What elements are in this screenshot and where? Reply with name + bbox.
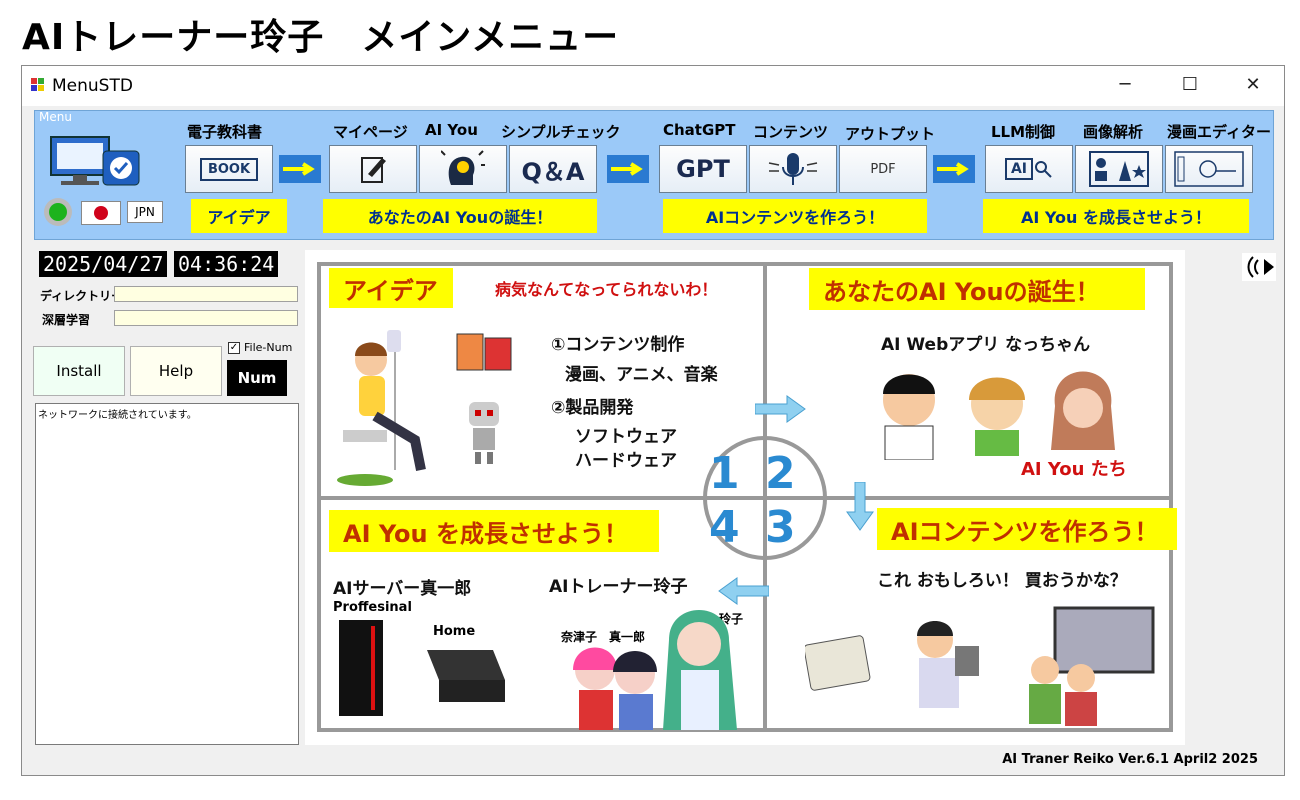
q4-server: AIサーバー真一郎: [333, 579, 472, 599]
computer-icon: [50, 136, 140, 186]
servers-illustration: [339, 620, 505, 716]
date-display: 2025/04/27: [39, 251, 168, 277]
flow-arrow-right-icon: [755, 395, 806, 423]
banner-grow: AI You を成長させよう！: [983, 199, 1249, 233]
contents-button[interactable]: [749, 145, 837, 193]
manga-editor-icon: [1174, 151, 1244, 187]
step-number-1: 1: [709, 448, 740, 499]
ai-you-button[interactable]: [419, 145, 507, 193]
manga-editor-button[interactable]: [1165, 145, 1253, 193]
label-manga-editor: 漫画エディター: [1167, 123, 1271, 141]
banner-birth: あなたのAI Youの誕生！: [323, 199, 597, 233]
label-output: アウトプット: [845, 125, 936, 143]
flow-arrow-down-icon: [846, 482, 874, 531]
trainers-illustration: [573, 610, 737, 730]
books-icon: [456, 333, 512, 371]
ai-search-icon: AI: [1004, 158, 1034, 180]
robot-icon: [469, 402, 499, 464]
q4-professional: Proffesinal: [333, 600, 412, 615]
qa-button[interactable]: Q＆A: [509, 145, 597, 193]
maximize-button[interactable]: ☐: [1167, 70, 1213, 100]
arrow-icon: [607, 155, 649, 183]
q1-item2-sub2: ハードウェア: [575, 451, 677, 471]
close-button[interactable]: ✕: [1230, 70, 1276, 100]
time-display: 04:36:24: [174, 251, 279, 277]
step-number-4: 4: [709, 502, 740, 553]
label-mypage: マイページ: [333, 123, 408, 141]
pdf-button[interactable]: PDF: [839, 145, 927, 193]
head-idea-icon: [441, 150, 485, 185]
microphone-icon: [768, 153, 818, 185]
llm-button[interactable]: AI: [985, 145, 1073, 193]
overview-poster: 1 2 4 3 アイデア 病気なんてなってられないわ！ ①コンテンツ制作 漫画、…: [305, 250, 1185, 745]
app-icon: [31, 78, 44, 91]
status-light-icon: [44, 198, 72, 226]
window-title: MenuSTD: [52, 76, 133, 96]
q1-item2-sub1: ソフトウェア: [575, 427, 677, 447]
pencil-note-icon: [361, 157, 386, 183]
q1-item1: ①コンテンツ制作: [551, 335, 685, 355]
directory-label: ディレクトリー: [40, 289, 124, 303]
minimize-button[interactable]: ─: [1102, 70, 1148, 100]
version-footer: AI Traner Reiko Ver.6.1 April2 2025: [1002, 752, 1258, 767]
arrow-icon: [933, 155, 975, 183]
q3-title: AIコンテンツを作ろう！: [877, 508, 1177, 550]
q1-quote: 病気なんてなってられないわ！: [495, 280, 718, 299]
q2-title: あなたのAI Youの誕生！: [809, 268, 1145, 310]
menu-group: Menu JPN 電子教科書 マイページ AI You シンプルチェック Cha…: [34, 110, 1274, 240]
q4-title: AI You を成長させよう！: [329, 510, 659, 552]
label-image-analysis: 画像解析: [1083, 123, 1144, 141]
deep-learning-label: 深層学習: [42, 313, 91, 327]
buyers-illustration: [805, 606, 1155, 726]
q1-item1-sub: 漫画、アニメ、音楽: [565, 365, 718, 385]
label-simple-check: シンプルチェック: [501, 123, 621, 141]
step-number-3: 3: [765, 502, 796, 553]
label-contents: コンテンツ: [753, 123, 829, 141]
menu-legend: Menu: [39, 110, 72, 124]
label-chatgpt: ChatGPT: [663, 121, 736, 139]
image-analysis-button[interactable]: [1075, 145, 1163, 193]
label-ai-you: AI You: [425, 121, 478, 139]
q3-quote: これ おもしろい！ 買おうかな？: [877, 571, 1127, 591]
q1-title: アイデア: [329, 268, 453, 308]
banner-contents: AIコンテンツを作ろう！: [663, 199, 927, 233]
file-num-checkbox[interactable]: ✓: [228, 342, 240, 354]
q2-footer: AI You たち: [1021, 459, 1127, 480]
deep-learning-field[interactable]: [114, 310, 298, 326]
book-icon: BOOK: [199, 157, 259, 181]
speaker-wave-icon[interactable]: [1242, 253, 1276, 281]
install-button[interactable]: Install: [33, 346, 125, 396]
log-textarea[interactable]: ネットワークに接続されています。: [35, 403, 299, 745]
title-bar[interactable]: MenuSTD ─ ☐ ✕: [22, 66, 1284, 106]
mypage-button[interactable]: [329, 145, 417, 193]
label-llm: LLM制御: [991, 123, 1056, 141]
q2-app: AI Webアプリ なっちゃん: [881, 335, 1091, 355]
q1-item2: ②製品開発: [551, 398, 634, 418]
ai-you-characters-illustration: [883, 371, 1115, 460]
q4-trainer: AIトレーナー玲子: [549, 577, 688, 597]
ebook-button[interactable]: BOOK: [185, 145, 273, 193]
banner-idea: アイデア: [191, 199, 287, 233]
page-title: AIトレーナー玲子 メインメニュー: [22, 17, 620, 58]
language-label: JPN: [127, 201, 163, 223]
chatgpt-button[interactable]: GPT: [659, 145, 747, 193]
shapes-icon: [1089, 151, 1149, 187]
app-window: MenuSTD ─ ☐ ✕ Menu JPN 電子教科書 マイページ AI Yo…: [21, 65, 1285, 776]
num-button[interactable]: Num: [227, 360, 287, 396]
step-number-2: 2: [765, 448, 796, 499]
help-button[interactable]: Help: [130, 346, 222, 396]
directory-field[interactable]: [114, 286, 298, 302]
arrow-icon: [279, 155, 321, 183]
label-ebook: 電子教科書: [187, 123, 263, 141]
patient-illustration: [337, 330, 426, 486]
japan-flag-icon[interactable]: [81, 201, 121, 225]
file-num-label: File-Num: [244, 341, 293, 354]
